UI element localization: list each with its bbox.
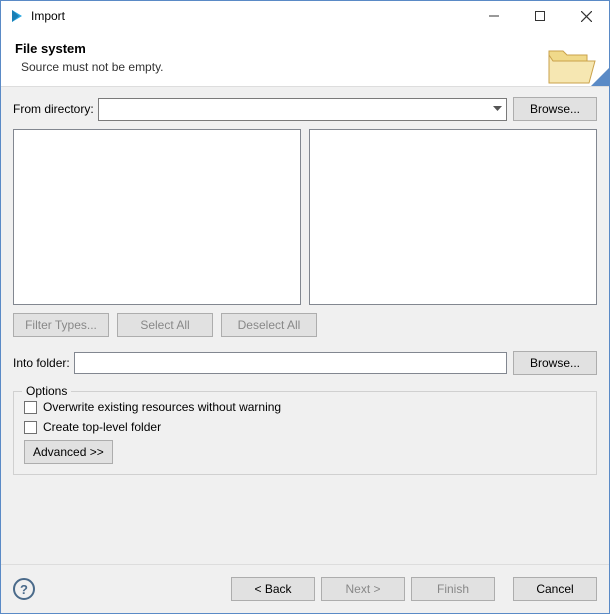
options-legend: Options [22, 384, 71, 398]
from-directory-row: From directory: Browse... [13, 97, 597, 121]
into-folder-input[interactable] [74, 352, 507, 374]
chevron-down-icon[interactable] [488, 99, 506, 120]
overwrite-checkbox[interactable]: Overwrite existing resources without war… [24, 400, 586, 414]
overwrite-label: Overwrite existing resources without war… [43, 400, 281, 414]
checkbox-box [24, 401, 37, 414]
browse-into-button[interactable]: Browse... [513, 351, 597, 375]
options-group: Options Overwrite existing resources wit… [13, 391, 597, 475]
minimize-button[interactable] [471, 1, 517, 31]
finish-button[interactable]: Finish [411, 577, 495, 601]
into-folder-label: Into folder: [13, 356, 70, 370]
checkbox-box [24, 421, 37, 434]
filter-types-button[interactable]: Filter Types... [13, 313, 109, 337]
wizard-banner: File system Source must not be empty. [1, 31, 609, 87]
into-folder-row: Into folder: Browse... [13, 351, 597, 375]
wizard-footer: ? < Back Next > Finish Cancel [1, 564, 609, 613]
selection-panes [13, 129, 597, 305]
create-top-level-checkbox[interactable]: Create top-level folder [24, 420, 586, 434]
next-button[interactable]: Next > [321, 577, 405, 601]
title-bar: Import [1, 1, 609, 31]
close-button[interactable] [563, 1, 609, 31]
back-button[interactable]: < Back [231, 577, 315, 601]
select-all-button[interactable]: Select All [117, 313, 213, 337]
browse-from-button[interactable]: Browse... [513, 97, 597, 121]
file-list-pane[interactable] [309, 129, 597, 305]
from-directory-label: From directory: [13, 102, 94, 116]
banner-subtitle: Source must not be empty. [21, 60, 595, 74]
from-directory-input[interactable] [99, 99, 488, 120]
folder-tree-pane[interactable] [13, 129, 301, 305]
deselect-all-button[interactable]: Deselect All [221, 313, 317, 337]
from-directory-combo[interactable] [98, 98, 507, 121]
app-icon [9, 8, 25, 24]
wizard-content: From directory: Browse... Filter Types..… [1, 87, 609, 564]
selection-buttons: Filter Types... Select All Deselect All [13, 313, 597, 337]
help-icon[interactable]: ? [13, 578, 35, 600]
create-top-label: Create top-level folder [43, 420, 161, 434]
cancel-button[interactable]: Cancel [513, 577, 597, 601]
window-title: Import [31, 9, 65, 23]
banner-title: File system [15, 41, 595, 56]
advanced-button[interactable]: Advanced >> [24, 440, 113, 464]
banner-corner-decoration [591, 68, 609, 86]
maximize-button[interactable] [517, 1, 563, 31]
